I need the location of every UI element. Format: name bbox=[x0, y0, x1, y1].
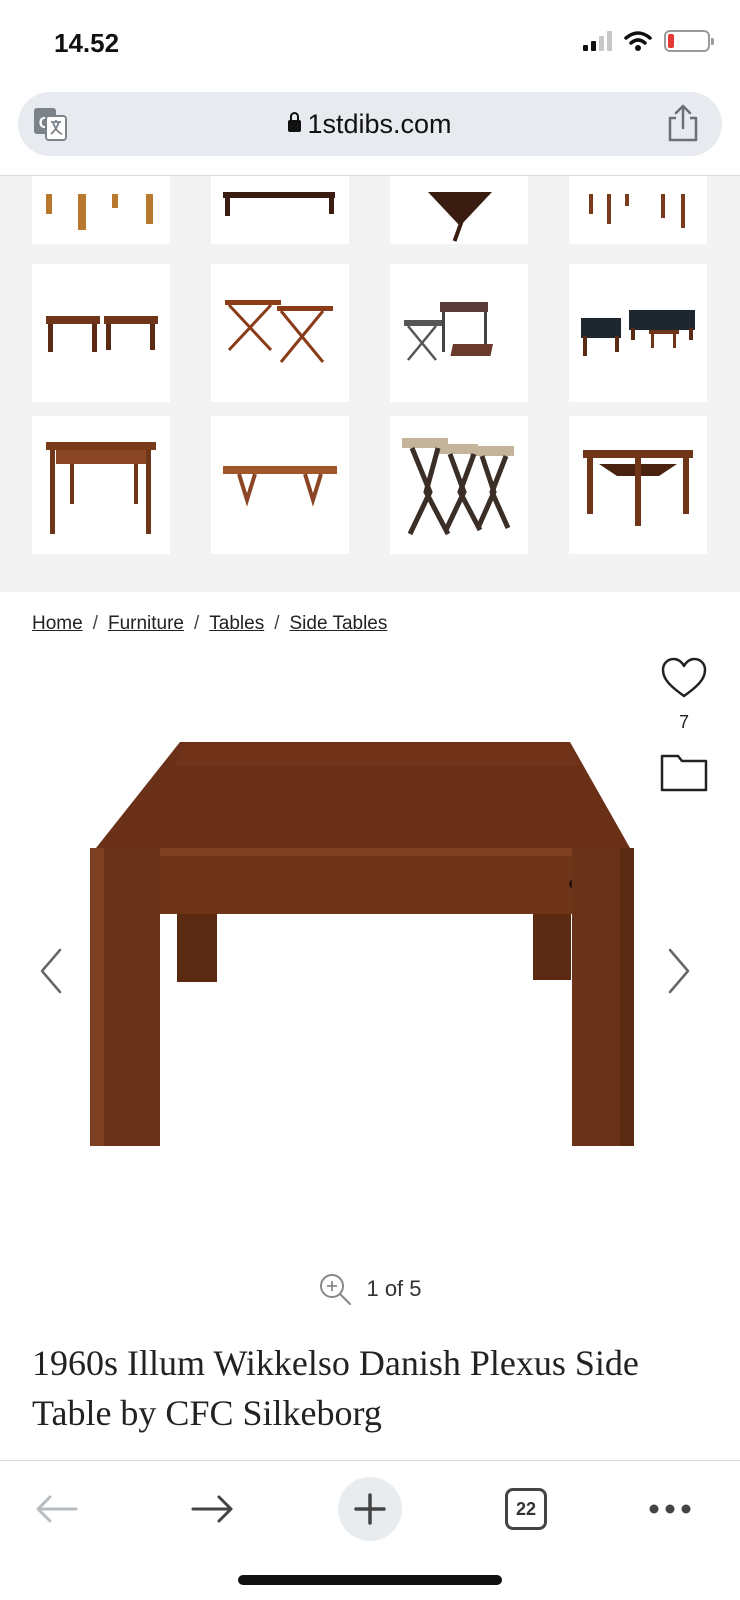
related-item-thumbnail[interactable] bbox=[569, 416, 707, 554]
related-item-thumbnail[interactable] bbox=[390, 416, 528, 554]
breadcrumb-link-tables[interactable]: Tables bbox=[209, 613, 264, 635]
status-bar: 14.52 bbox=[0, 0, 740, 88]
breadcrumb-link-home[interactable]: Home bbox=[32, 613, 83, 635]
related-item-thumbnail[interactable] bbox=[32, 416, 170, 554]
wifi-icon bbox=[624, 31, 652, 51]
back-arrow-icon bbox=[36, 1495, 78, 1523]
related-item-thumbnail[interactable] bbox=[32, 264, 170, 402]
product-title: 1960s Illum Wikkelso Danish Plexus Side … bbox=[32, 1343, 639, 1433]
related-items-grid bbox=[0, 176, 740, 592]
tab-count: 22 bbox=[515, 1498, 537, 1519]
battery-level bbox=[668, 34, 674, 48]
forward-button[interactable] bbox=[183, 1479, 243, 1539]
share-icon[interactable] bbox=[666, 104, 700, 142]
previous-image-arrow-icon[interactable] bbox=[36, 946, 66, 996]
home-indicator[interactable] bbox=[238, 1575, 502, 1585]
product-image[interactable] bbox=[60, 720, 680, 1200]
image-zoom-row[interactable]: 1 of 5 bbox=[0, 1272, 740, 1306]
url-bar[interactable]: G 1stdibs.com bbox=[18, 92, 722, 156]
image-counter: 1 of 5 bbox=[366, 1276, 422, 1301]
breadcrumb-link-furniture[interactable]: Furniture bbox=[108, 613, 184, 635]
tabs-button[interactable]: 22 bbox=[496, 1479, 556, 1539]
breadcrumb-link-side-tables[interactable]: Side Tables bbox=[289, 613, 387, 635]
more-button[interactable] bbox=[640, 1479, 700, 1539]
new-tab-button[interactable] bbox=[338, 1477, 402, 1541]
related-item-thumbnail[interactable] bbox=[211, 264, 349, 402]
tabs-icon: 22 bbox=[505, 1488, 547, 1530]
breadcrumb-separator: / bbox=[274, 613, 280, 634]
related-item-thumbnail[interactable] bbox=[211, 416, 349, 554]
status-time: 14.52 bbox=[54, 28, 120, 58]
next-image-arrow-icon[interactable] bbox=[664, 946, 694, 996]
heart-icon[interactable] bbox=[660, 656, 708, 700]
breadcrumb-separator: / bbox=[194, 613, 200, 634]
forward-arrow-icon bbox=[191, 1495, 233, 1523]
related-item-thumbnail[interactable] bbox=[569, 176, 707, 244]
related-item-thumbnail[interactable] bbox=[390, 264, 528, 402]
breadcrumb-separator: / bbox=[92, 613, 98, 634]
breadcrumb: Home / Furniture / Tables / Side Tables bbox=[32, 613, 387, 635]
related-item-thumbnail[interactable] bbox=[390, 176, 528, 244]
related-item-thumbnail[interactable] bbox=[32, 176, 170, 244]
status-icons bbox=[583, 30, 714, 52]
url-display[interactable]: 1stdibs.com bbox=[18, 109, 722, 140]
related-item-thumbnail[interactable] bbox=[569, 264, 707, 402]
related-item-thumbnail[interactable] bbox=[211, 176, 349, 244]
plus-icon bbox=[354, 1493, 386, 1525]
signal-icon bbox=[583, 31, 612, 51]
zoom-in-icon[interactable] bbox=[318, 1272, 352, 1306]
url-text: 1stdibs.com bbox=[307, 109, 452, 139]
more-icon bbox=[649, 1504, 691, 1514]
lock-icon bbox=[288, 112, 302, 132]
battery-icon bbox=[664, 30, 714, 52]
back-button[interactable] bbox=[26, 1479, 86, 1539]
